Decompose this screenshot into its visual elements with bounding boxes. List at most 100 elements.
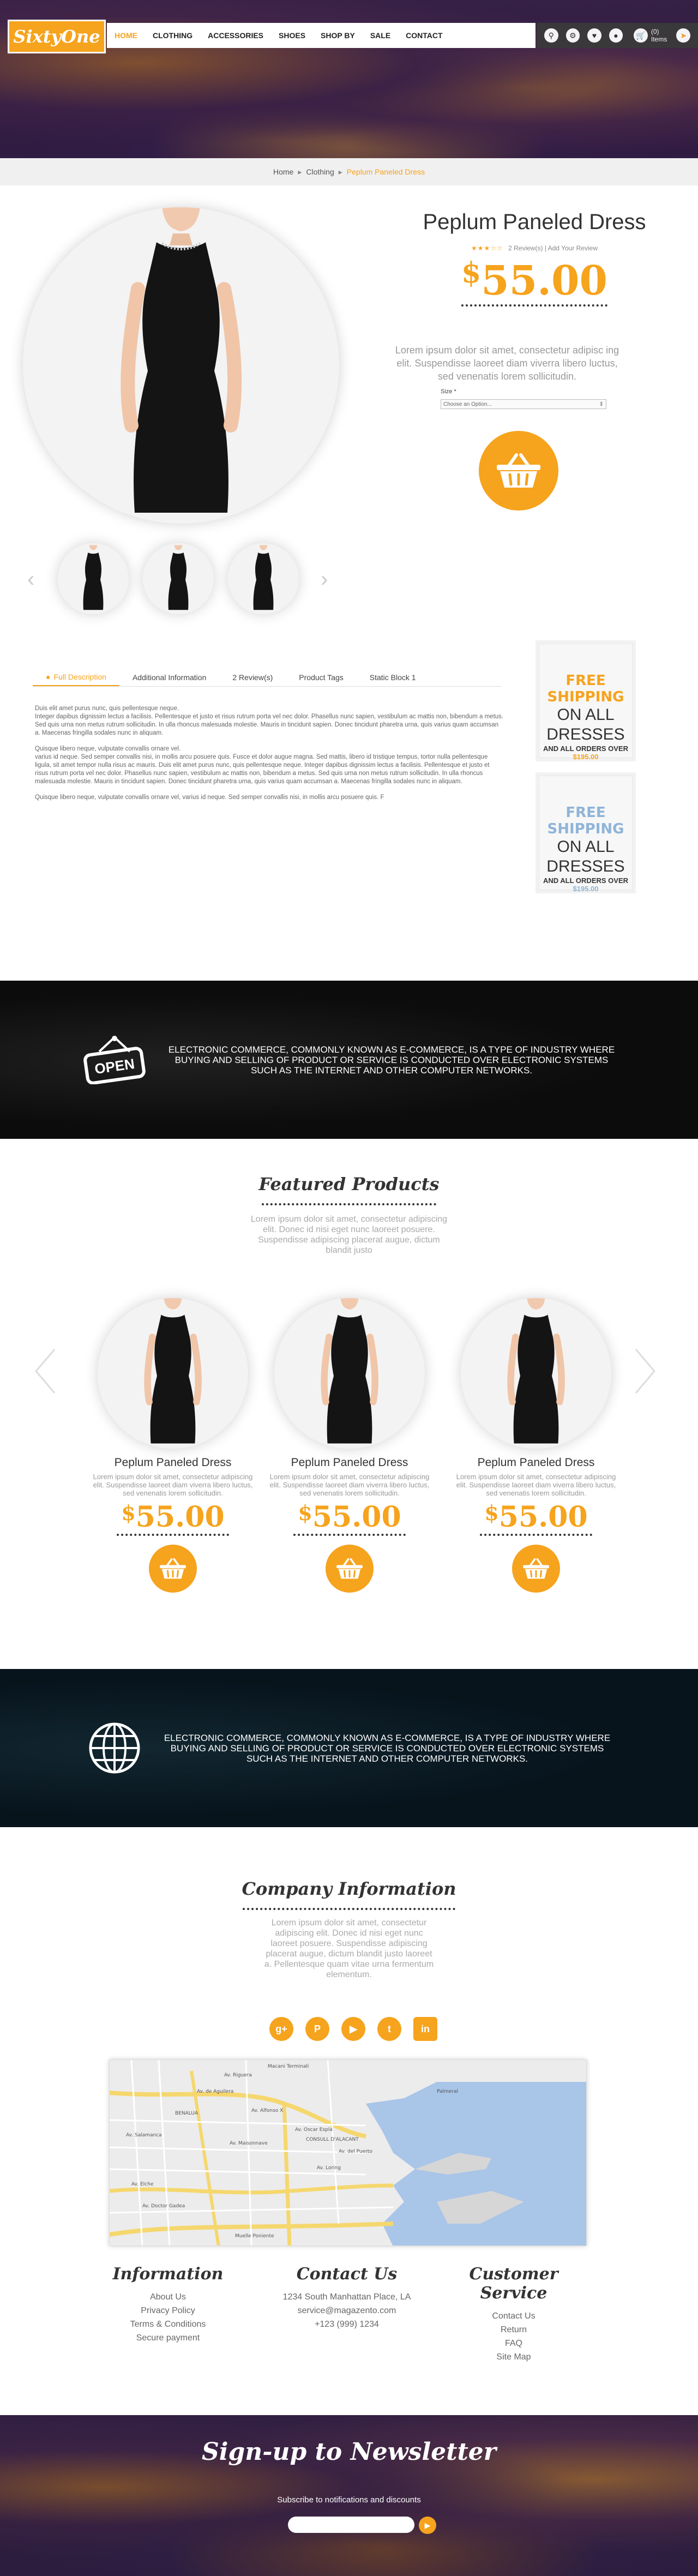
featured-product-image[interactable] <box>98 1298 248 1449</box>
thumb-prev-arrow[interactable]: ‹ <box>27 567 34 592</box>
promo-headline: FREE SHIPPING <box>547 804 624 837</box>
thumbnail-2[interactable] <box>143 543 214 614</box>
order-icon[interactable]: ➤ <box>676 28 690 43</box>
add-to-cart-button[interactable] <box>326 1545 374 1593</box>
footer-email[interactable]: service@magazento.com <box>270 2304 423 2317</box>
carousel-next-arrow[interactable] <box>634 1347 658 1395</box>
nav-accessories[interactable]: ACCESSORIES <box>208 31 263 40</box>
search-icon[interactable]: ⚲ <box>544 28 558 43</box>
map-label: CONSULL D'ALACANT <box>306 2137 359 2142</box>
desc-paragraph-3: Quisque libero neque, vulputate convalli… <box>35 794 384 801</box>
location-map[interactable]: Macani Terminali Av. Riguera BENALUA Av.… <box>109 2059 587 2246</box>
desc-heading-2: Quisque libero neque, vulputate convalli… <box>35 746 181 752</box>
featured-product-card[interactable]: Peplum Paneled Dress Lorem ipsum dolor s… <box>260 1298 440 1593</box>
dress-thumb <box>168 545 189 610</box>
nav-contact[interactable]: CONTACT <box>406 31 442 40</box>
tumblr-icon[interactable]: t <box>377 2017 401 2041</box>
featured-product-desc: Lorem ipsum dolor sit amet, consectetur … <box>269 1473 430 1497</box>
nav-shoes[interactable]: SHOES <box>279 31 305 40</box>
company-subtitle: Lorem ipsum dolor sit amet, consectetur … <box>264 1918 434 1979</box>
tab-bullet: ● <box>46 672 51 681</box>
linkedin-icon[interactable]: in <box>413 2017 437 2041</box>
nav-clothing[interactable]: CLOTHING <box>153 31 192 40</box>
thumbnail-3[interactable] <box>228 543 299 614</box>
breadcrumb-current: Peplum Paneled Dress <box>346 167 425 176</box>
footer-address: 1234 South Manhattan Place, LA <box>282 2292 411 2302</box>
tab-label: Full Description <box>53 672 106 681</box>
breadcrumb-clothing[interactable]: Clothing <box>306 167 334 176</box>
arrow-right-icon: ▶ <box>424 2520 431 2530</box>
size-select[interactable]: Choose an Option... ⇕ <box>441 399 606 409</box>
tab-reviews[interactable]: 2 Review(s) <box>219 668 286 686</box>
carousel-prev-arrow[interactable] <box>33 1347 57 1395</box>
add-to-cart-button[interactable] <box>512 1545 560 1593</box>
featured-product-name[interactable]: Peplum Paneled Dress <box>260 1456 440 1469</box>
footer-link[interactable]: Terms & Conditions <box>92 2317 244 2331</box>
logo[interactable]: SixtyOne <box>8 20 106 53</box>
footer-information: Information About Us Privacy Policy Term… <box>92 2265 244 2345</box>
cart-summary[interactable]: 🛒 (0) Items <box>634 28 676 43</box>
featured-product-desc: Lorem ipsum dolor sit amet, consectetur … <box>456 1473 616 1497</box>
tab-static-block[interactable]: Static Block 1 <box>357 668 429 686</box>
featured-product-image[interactable] <box>461 1298 611 1449</box>
footer-link[interactable]: Privacy Policy <box>92 2304 244 2317</box>
featured-subtitle: Lorem ipsum dolor sit amet, consectetur … <box>250 1215 448 1255</box>
promo-free-shipping-1[interactable]: FREE SHIPPING ON ALL DRESSES AND ALL ORD… <box>539 644 633 761</box>
product-tabs: ● Full Description Additional Information… <box>33 668 502 687</box>
globe-icon <box>89 1722 140 1774</box>
map-label: Av. Doctor Gadea <box>142 2203 185 2209</box>
promo-subline: ON ALL DRESSES <box>546 706 625 743</box>
add-review-link[interactable]: Add Your Review <box>548 244 598 252</box>
footer-link[interactable]: FAQ <box>437 2337 590 2350</box>
newsletter-email-input[interactable] <box>288 2517 414 2533</box>
footer-link[interactable]: Site Map <box>437 2350 590 2364</box>
add-to-cart-button[interactable] <box>149 1545 197 1593</box>
map-image: Macani Terminali Av. Riguera BENALUA Av.… <box>110 2060 586 2245</box>
featured-product-card[interactable]: Peplum Paneled Dress Lorem ipsum dolor s… <box>83 1298 263 1593</box>
footer-customer-service: Customer Service Contact Us Return FAQ S… <box>437 2265 590 2364</box>
thumbnail-1[interactable] <box>58 543 129 614</box>
dress-image <box>321 1298 378 1444</box>
footer-link[interactable]: Return <box>437 2323 590 2337</box>
header-tools: ⚲ ⚙ ♥ ● 🛒 (0) Items ➤ <box>537 23 698 48</box>
promo-free-shipping-2[interactable]: FREE SHIPPING ON ALL DRESSES AND ALL ORD… <box>539 776 633 893</box>
cart-label: (0) Items <box>651 28 667 43</box>
band-text: ELECTRONIC COMMERCE, COMMONLY KNOWN AS E… <box>164 1732 611 1764</box>
settings-icon[interactable]: ⚙ <box>565 28 580 43</box>
featured-product-name[interactable]: Peplum Paneled Dress <box>83 1456 263 1469</box>
reviews-link[interactable]: 2 Review(s) <box>508 244 543 252</box>
newsletter-submit-button[interactable]: ▶ <box>419 2517 436 2534</box>
promo-amount: $195.00 <box>573 753 599 761</box>
account-icon[interactable]: ● <box>609 28 623 43</box>
basket-icon <box>336 1558 363 1579</box>
breadcrumb-home[interactable]: Home <box>273 167 293 176</box>
dress-image <box>507 1298 565 1444</box>
tab-full-description[interactable]: ● Full Description <box>33 668 119 686</box>
featured-product-desc: Lorem ipsum dolor sit amet, consectetur … <box>93 1473 253 1497</box>
rating-row: ★★★☆☆ 2 Review(s) | Add Your Review <box>371 244 698 252</box>
nav-shop-by[interactable]: SHOP BY <box>321 31 355 40</box>
tab-additional-information[interactable]: Additional Information <box>119 668 219 686</box>
featured-product-card[interactable]: Peplum Paneled Dress Lorem ipsum dolor s… <box>446 1298 626 1593</box>
featured-product-name[interactable]: Peplum Paneled Dress <box>446 1456 626 1469</box>
dress-thumb <box>83 545 104 610</box>
newsletter-subtitle: Subscribe to notifications and discounts <box>277 2495 421 2505</box>
nav-home[interactable]: HOME <box>115 31 137 40</box>
add-to-cart-button[interactable] <box>479 431 558 511</box>
featured-product-price: $55.00 <box>117 1500 229 1536</box>
desc-paragraph-2: varius id neque. Sed semper convallis ni… <box>35 754 490 785</box>
youtube-icon[interactable]: ▶ <box>341 2017 365 2041</box>
footer-heading: Contact Us <box>296 2265 398 2284</box>
footer-link[interactable]: Secure payment <box>92 2331 244 2345</box>
band-text: ELECTRONIC COMMERCE, COMMONLY KNOWN AS E… <box>168 1044 615 1076</box>
pinterest-icon[interactable]: P <box>305 2017 329 2041</box>
footer-link[interactable]: About Us <box>92 2290 244 2304</box>
product-main-image[interactable] <box>23 207 339 524</box>
featured-product-image[interactable] <box>274 1298 425 1449</box>
tab-product-tags[interactable]: Product Tags <box>286 668 356 686</box>
nav-sale[interactable]: SALE <box>370 31 390 40</box>
footer-link[interactable]: Contact Us <box>437 2309 590 2323</box>
heart-icon[interactable]: ♥ <box>587 28 601 43</box>
google-plus-icon[interactable]: g+ <box>269 2017 293 2041</box>
thumb-next-arrow[interactable]: › <box>321 567 328 592</box>
